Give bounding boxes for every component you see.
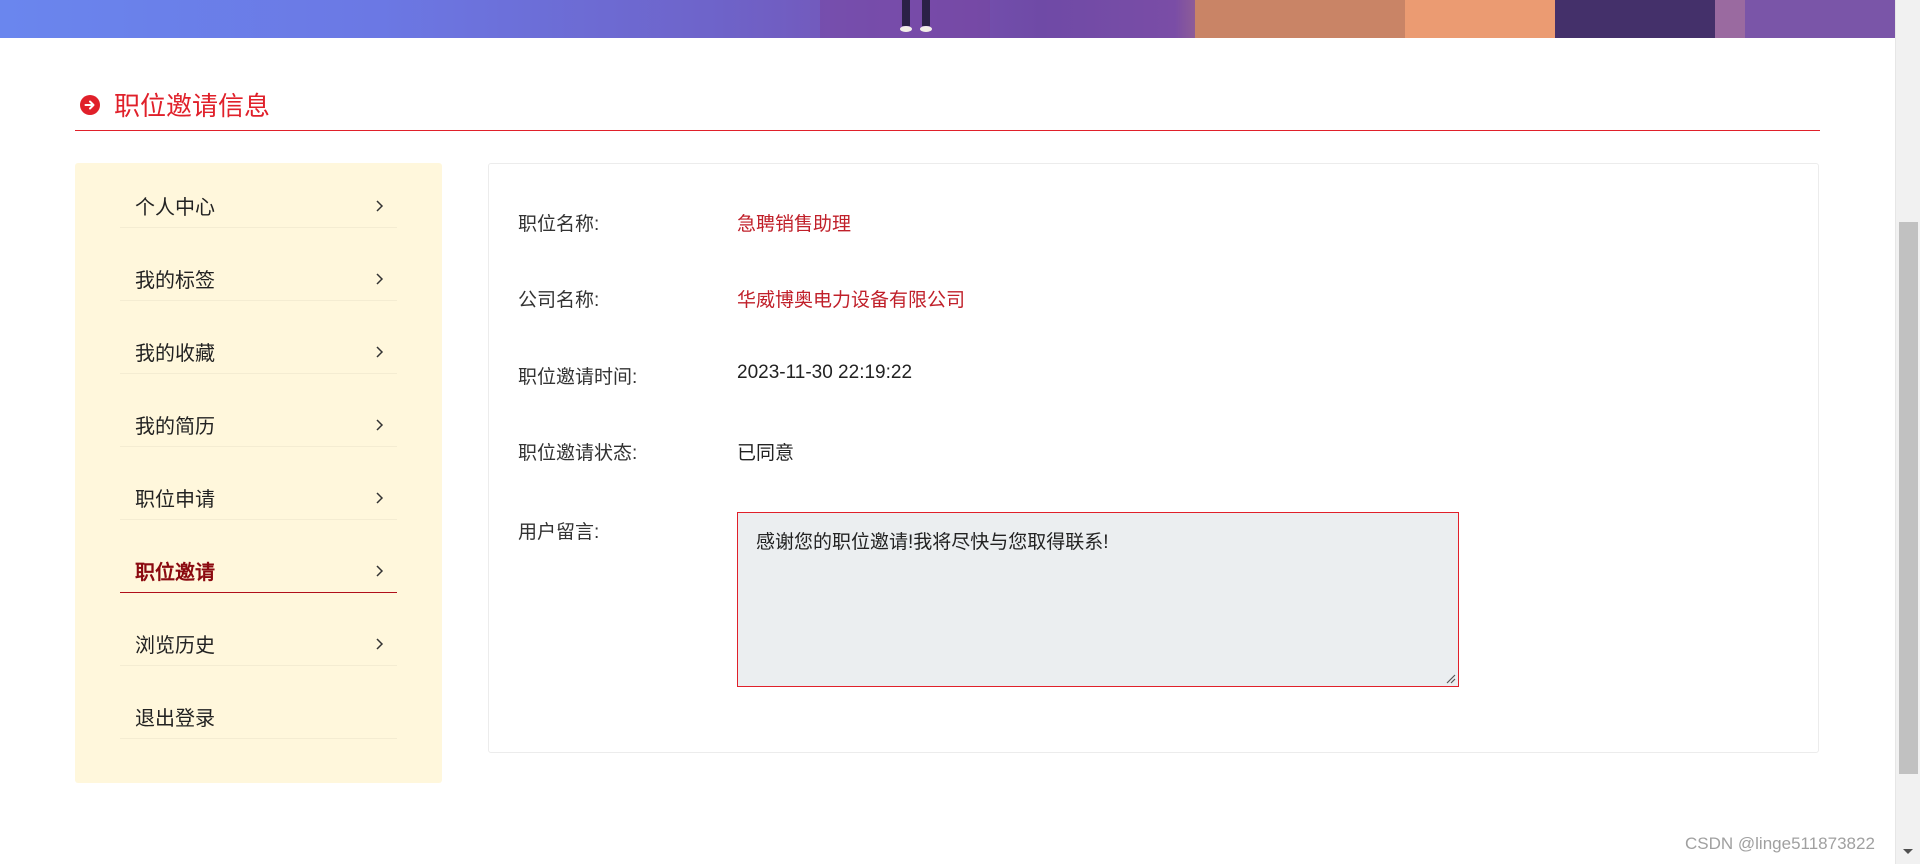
company-name-label: 公司名称: [518,290,600,311]
sidebar-item-my-favorites[interactable]: 我的收藏 [120,330,397,374]
banner-figure-illustration [900,0,932,32]
user-message-text: 感谢您的职位邀请!我将尽快与您取得联系! [756,532,1109,553]
sidebar-item-browsing-history[interactable]: 浏览历史 [120,622,397,666]
page-title: 职位邀请信息 [114,90,271,121]
resize-grip-icon[interactable] [1444,672,1456,684]
sidebar-item-label: 职位邀请 [135,562,215,584]
chevron-right-icon [376,491,384,504]
sidebar-item-my-resume[interactable]: 我的简历 [120,403,397,447]
chevron-right-icon [376,564,384,577]
job-name-label: 职位名称: [518,214,600,235]
page: 职位邀请信息 个人中心 我的标签 我的收藏 我的简历 职位申请 职位邀请 浏览历… [0,0,1920,864]
sidebar-item-my-tags[interactable]: 我的标签 [120,257,397,301]
user-message-label: 用户留言: [518,522,600,543]
chevron-right-icon [376,272,384,285]
chevron-right-icon [376,199,384,212]
sidebar-item-label: 浏览历史 [135,635,215,657]
chevron-right-icon [376,637,384,650]
job-name-link[interactable]: 急聘销售助理 [737,209,851,236]
sidebar-item-label: 退出登录 [135,708,215,730]
scroll-down-arrow-icon[interactable] [1903,849,1913,854]
arrow-right-circle-icon [80,95,100,115]
chevron-right-icon [376,345,384,358]
sidebar-item-label: 我的收藏 [135,343,215,365]
user-message-textarea[interactable]: 感谢您的职位邀请!我将尽快与您取得联系! [737,512,1459,687]
sidebar-item-label: 职位申请 [135,489,215,511]
invite-status-label: 职位邀请状态: [518,443,638,464]
sidebar-menu: 个人中心 我的标签 我的收藏 我的简历 职位申请 职位邀请 浏览历史 退出登录 [75,163,442,783]
sidebar-item-label: 我的标签 [135,270,215,292]
sidebar-item-logout[interactable]: 退出登录 [120,695,397,739]
sidebar-item-job-applications[interactable]: 职位申请 [120,476,397,520]
sidebar-item-personal-center[interactable]: 个人中心 [120,184,397,228]
invite-status-value: 已同意 [737,443,795,464]
sidebar-item-label: 个人中心 [135,197,215,219]
watermark-text: CSDN @linge511873822 [1685,834,1875,853]
invitation-detail-panel: 职位名称: 急聘销售助理 公司名称: 华威博奥电力设备有限公司 职位邀请时间: … [488,163,1819,753]
scrollbar-thumb[interactable] [1899,222,1918,774]
top-banner-image [0,0,1895,38]
invite-time-label: 职位邀请时间: [518,367,638,388]
vertical-scrollbar[interactable] [1895,0,1920,864]
chevron-right-icon [376,418,384,431]
sidebar-item-label: 我的简历 [135,416,215,438]
company-name-link[interactable]: 华威博奥电力设备有限公司 [737,285,965,312]
section-header: 职位邀请信息 [75,82,1820,131]
invite-time-value: 2023-11-30 22:19:22 [737,362,913,383]
sidebar-item-job-invitations[interactable]: 职位邀请 [120,549,397,593]
